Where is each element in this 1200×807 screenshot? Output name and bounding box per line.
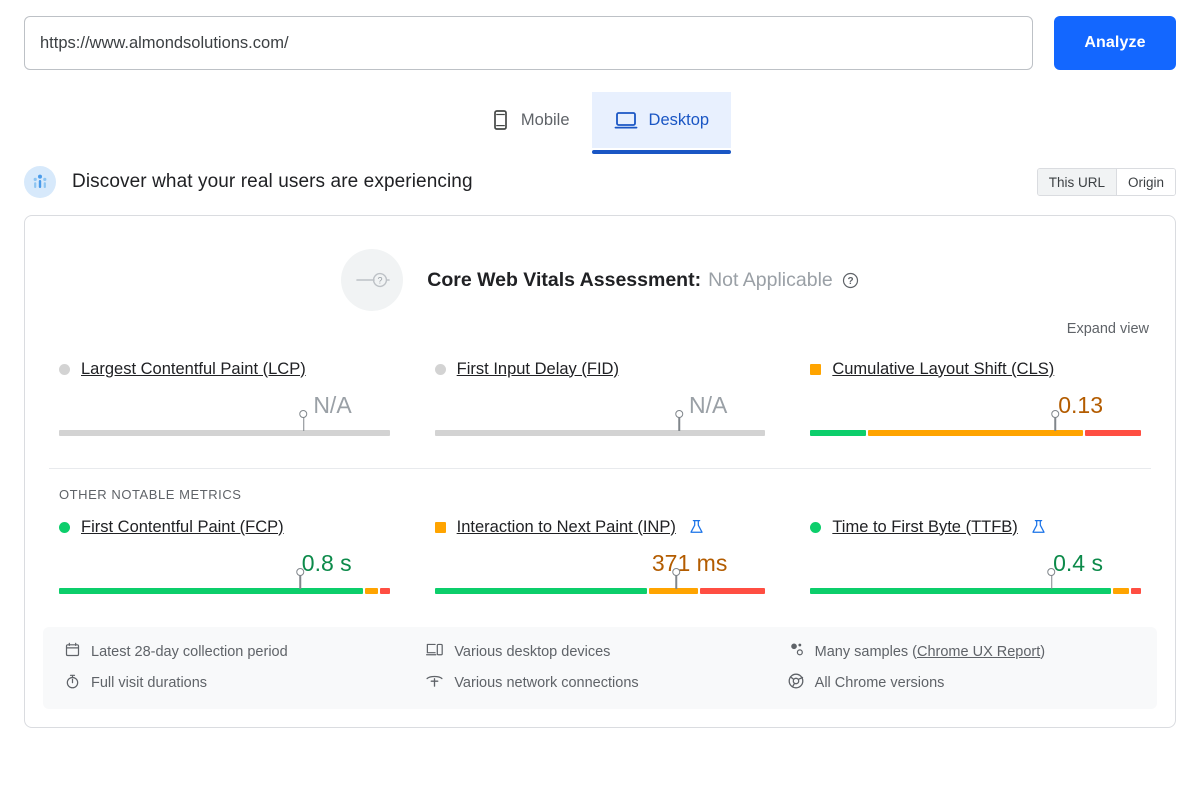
meta-devices-text: Various desktop devices: [454, 643, 611, 660]
meta-visit-durations-text: Full visit durations: [91, 675, 208, 691]
meta-visit-durations: Full visit durations: [65, 673, 412, 693]
mobile-icon: [491, 109, 510, 131]
status-dot-lcp: [59, 363, 70, 375]
metric-fid-value: N/A: [688, 392, 728, 418]
desktop-icon: [614, 109, 638, 131]
other-metrics-label: OTHER NOTABLE METRICS: [59, 487, 242, 502]
cwv-assessment-text: Core Web Vitals Assessment: Not Applicab…: [427, 269, 859, 292]
metric-ttfb-pin: [1050, 573, 1053, 589]
flask-icon[interactable]: [1031, 519, 1046, 535]
other-metrics-grid: First Contentful Paint (FCP) 0.8 s Inter…: [25, 502, 1175, 605]
discover-title: Discover what your real users are experi…: [72, 171, 473, 192]
metric-inp-bar: [434, 573, 766, 599]
status-dot-fid: [434, 363, 446, 375]
search-bar-row: Analyze: [0, 0, 1200, 70]
metric-ttfb: Time to First Byte (TTFB) 0.4 s: [810, 516, 1141, 605]
status-square-cls: [810, 363, 822, 375]
metric-lcp-head: Largest Contentful Paint (LCP): [59, 358, 390, 380]
tab-desktop-label: Desktop: [648, 110, 710, 129]
metric-inp-label[interactable]: Interaction to Next Paint (INP): [457, 518, 676, 537]
cwv-assessment-result: Not Applicable: [708, 268, 833, 291]
metric-lcp-bar: [59, 415, 390, 441]
metric-lcp-value: N/A: [313, 392, 352, 418]
chrome-ux-report-link[interactable]: Chrome UX Report: [917, 644, 1040, 660]
real-user-data-icon: [24, 166, 56, 198]
url-input[interactable]: [24, 16, 1033, 70]
analyze-button[interactable]: Analyze: [1054, 16, 1176, 70]
not-applicable-badge-icon: ?: [341, 249, 404, 311]
expand-view-button[interactable]: Expand view: [1067, 321, 1149, 337]
core-web-vitals-grid: Largest Contentful Paint (LCP) N/A First…: [25, 337, 1175, 447]
wifi-icon: [426, 674, 443, 692]
metric-lcp-label[interactable]: Largest Contentful Paint (LCP): [81, 360, 306, 379]
expand-view-row: Expand view: [25, 311, 1175, 337]
meta-samples-text: Many samples (Chrome UX Report): [815, 644, 1045, 660]
metric-lcp-pin: [302, 415, 305, 431]
svg-text:?: ?: [378, 275, 383, 285]
devices-icon: [426, 642, 444, 661]
metric-fid-label[interactable]: First Input Delay (FID): [457, 360, 619, 379]
chrome-icon: [788, 673, 804, 693]
metric-fcp-bar: [59, 573, 390, 599]
metric-inp-pin: [675, 573, 677, 589]
tab-desktop[interactable]: Desktop: [591, 92, 732, 154]
meta-collection-period: Latest 28-day collection period: [65, 642, 412, 661]
calendar-icon: [65, 642, 80, 661]
metric-inp: Interaction to Next Paint (INP) 371 ms: [434, 516, 766, 605]
metric-cls-head: Cumulative Layout Shift (CLS): [810, 358, 1141, 380]
metric-cls-label[interactable]: Cumulative Layout Shift (CLS): [832, 360, 1054, 379]
meta-samples-suffix: ): [1040, 643, 1046, 660]
help-circle-icon[interactable]: ?: [842, 272, 859, 289]
meta-network: Various network connections: [426, 673, 773, 693]
metric-cls-bar: [810, 415, 1141, 441]
meta-chrome-versions: All Chrome versions: [788, 673, 1135, 693]
meta-network-text: Various network connections: [454, 675, 639, 691]
tab-mobile-label: Mobile: [520, 110, 570, 129]
metric-fid-pin: [678, 415, 681, 431]
status-dot-fcp: [59, 521, 70, 533]
cwv-assessment-row: ? Core Web Vitals Assessment: Not Applic…: [25, 216, 1175, 311]
metric-fcp: First Contentful Paint (FCP) 0.8 s: [59, 516, 390, 605]
metric-fid-bar: [434, 415, 766, 441]
metric-ttfb-head: Time to First Byte (TTFB): [810, 516, 1141, 538]
metric-fcp-label[interactable]: First Contentful Paint (FCP): [81, 518, 284, 537]
meta-chrome-versions-text: All Chrome versions: [814, 675, 945, 691]
metric-ttfb-value: 0.4 s: [1053, 550, 1103, 576]
device-tabs: Mobile Desktop: [0, 92, 1200, 154]
metric-cls: Cumulative Layout Shift (CLS) 0.13: [810, 358, 1141, 447]
svg-text:?: ?: [847, 276, 853, 287]
scope-toggle: This URL Origin: [1036, 168, 1176, 196]
metric-fcp-value: 0.8 s: [301, 550, 352, 576]
meta-samples-prefix: Many samples (: [814, 643, 917, 660]
samples-icon: [788, 642, 804, 661]
cwv-assessment-label: Core Web Vitals Assessment:: [427, 268, 702, 291]
metric-inp-value: 371 ms: [651, 550, 728, 576]
metric-fid: First Input Delay (FID) N/A: [434, 358, 766, 447]
scope-origin[interactable]: Origin: [1115, 169, 1175, 195]
field-data-card: ? Core Web Vitals Assessment: Not Applic…: [24, 215, 1176, 728]
metric-fcp-head: First Contentful Paint (FCP): [59, 516, 390, 538]
metric-inp-head: Interaction to Next Paint (INP): [434, 516, 766, 538]
metric-fcp-pin: [299, 573, 302, 589]
status-dot-ttfb: [810, 521, 822, 533]
metric-cls-pin: [1054, 415, 1056, 431]
stopwatch-icon: [65, 674, 80, 693]
metric-lcp: Largest Contentful Paint (LCP) N/A: [59, 358, 390, 447]
metric-cls-value: 0.13: [1058, 392, 1103, 418]
flask-icon[interactable]: [689, 519, 704, 535]
meta-devices: Various desktop devices: [426, 642, 773, 661]
meta-collection-period-text: Latest 28-day collection period: [91, 643, 288, 660]
status-square-inp: [434, 521, 446, 533]
discover-header: Discover what your real users are experi…: [0, 148, 1200, 202]
meta-samples: Many samples (Chrome UX Report): [788, 642, 1135, 661]
metric-fid-head: First Input Delay (FID): [434, 358, 766, 380]
metric-ttfb-label[interactable]: Time to First Byte (TTFB): [832, 518, 1017, 537]
tab-mobile[interactable]: Mobile: [469, 92, 592, 148]
metric-ttfb-bar: [810, 573, 1141, 599]
collection-metadata: Latest 28-day collection period Various …: [43, 627, 1157, 709]
scope-this-url[interactable]: This URL: [1037, 169, 1116, 195]
